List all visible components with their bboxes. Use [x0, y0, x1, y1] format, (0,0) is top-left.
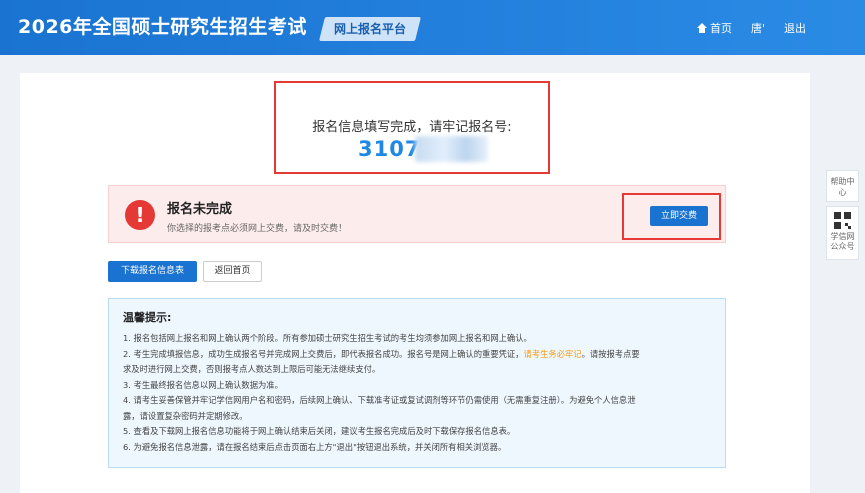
registration-number: 3107 — [358, 137, 421, 161]
tips-box: 温馨提示: 1. 报名包括网上报名和网上确认两个阶段。所有参加硕士研究生招生考试… — [108, 298, 726, 468]
nav-user-name[interactable]: 唐' — [751, 20, 765, 36]
platform-tag-label: 网上报名平台 — [333, 22, 406, 36]
tip-text: 2. 考生完成填报信息，成功生成报名号并完成网上交费后，即代表报名成功。报名号是… — [123, 348, 524, 359]
pay-now-button[interactable]: 立即交费 — [650, 206, 708, 226]
tip-item: 4. 请考生妥善保管并牢记学信网用户名和密码，后续网上确认、下载准考证或复试调剂… — [123, 395, 636, 405]
warning-icon: ! — [125, 200, 155, 230]
qr-code-icon — [834, 212, 851, 229]
nav-logout-link[interactable]: 退出 — [784, 20, 806, 36]
tip-item: 1. 报名包括网上报名和网上确认两个阶段。所有参加硕士研究生招生考试的考生均须参… — [123, 333, 532, 343]
tip-item: 露，请设置复杂密码并定期修改。 — [123, 410, 248, 421]
alert-title: 报名未完成 — [167, 202, 233, 217]
platform-tag: 网上报名平台 — [319, 17, 421, 41]
site-title: 2026年全国硕士研究生招生考试 — [18, 16, 307, 38]
tip-item: 2. 考生完成填报信息，成功生成报名号并完成网上交费后，即代表报名成功。报名号是… — [123, 347, 711, 363]
main-panel: 报名信息填写完成，请牢记报名号: 3107 ! 报名未完成 你选择的报考点必须网… — [20, 73, 810, 493]
top-header: 2026年全国硕士研究生招生考试 网上报名平台 首页 唐' 退出 — [0, 0, 865, 55]
back-home-button[interactable]: 返回首页 — [203, 261, 262, 282]
qr-label-line2: 公众号 — [830, 242, 855, 251]
alert-description: 你选择的报考点必须网上交费，请及时交费！ — [167, 224, 348, 234]
tip-text: 。请按报考点要 — [581, 348, 640, 359]
qr-label-line1: 学信网 — [830, 232, 855, 241]
help-center-label: 帮助中心 — [830, 177, 855, 197]
tips-title: 温馨提示: — [123, 311, 172, 324]
wechat-qr-button[interactable]: 学信网 公众号 — [826, 206, 859, 260]
tip-emphasis: 请考生务必牢记 — [523, 348, 582, 359]
registration-caption: 报名信息填写完成，请牢记报名号: — [312, 120, 512, 135]
download-form-button[interactable]: 下载报名信息表 — [108, 261, 197, 282]
tip-item: 3. 考生最终报名信息以网上确认数据为准。 — [123, 379, 283, 390]
registration-number-redaction — [415, 136, 488, 162]
tip-item: 6. 为避免报名信息泄露，请在报名结束后点击页面右上方"退出"按钮退出系统，并关… — [123, 441, 507, 452]
nav-home-link[interactable]: 首页 — [697, 20, 732, 36]
nav-home-label: 首页 — [710, 22, 732, 35]
tip-item: 5. 查看及下载网上报名信息功能将于网上确认结束后关闭，建议考生报名完成后及时下… — [123, 426, 516, 436]
tip-item: 求及时进行网上交费，否则报考点人数达到上限后可能无法继续支付。 — [123, 364, 381, 374]
home-icon — [697, 23, 707, 33]
help-center-button[interactable]: 帮助中心 — [826, 170, 859, 202]
